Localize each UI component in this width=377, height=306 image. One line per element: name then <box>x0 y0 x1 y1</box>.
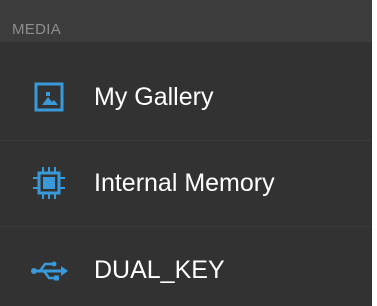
panel-edge <box>372 0 377 306</box>
media-panel: MEDIA My Gallery Internal Memory DUAL_KE… <box>0 0 372 306</box>
sidebar-item-my-gallery[interactable]: My Gallery <box>0 55 372 141</box>
sidebar-item-dual-key[interactable]: DUAL_KEY <box>0 227 372 306</box>
memory-chip-icon <box>29 163 69 203</box>
sidebar-item-label: My Gallery <box>94 83 214 111</box>
sidebar-item-label: Internal Memory <box>94 169 275 197</box>
sidebar-item-internal-memory[interactable]: Internal Memory <box>0 141 372 227</box>
section-header: MEDIA <box>0 0 372 42</box>
section-header-label: MEDIA <box>12 21 62 38</box>
image-icon <box>29 77 69 117</box>
sidebar-item-label: DUAL_KEY <box>94 256 225 284</box>
usb-icon <box>29 251 69 291</box>
